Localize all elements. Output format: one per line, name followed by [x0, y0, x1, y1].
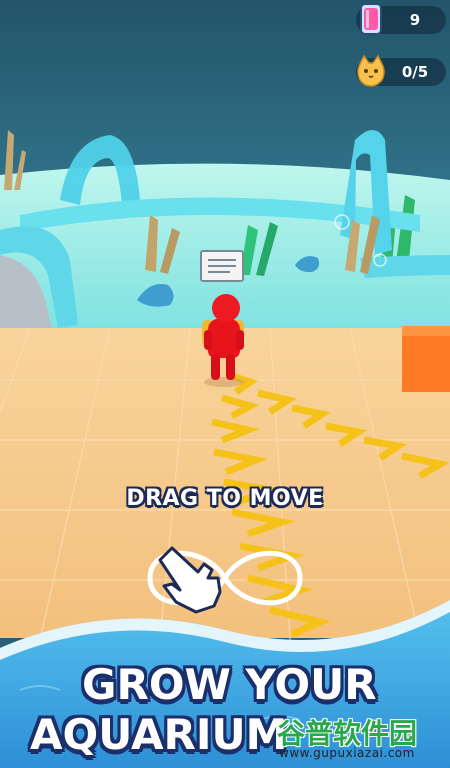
orange-crate-top [402, 326, 450, 336]
potion-count-text: 9 [409, 11, 421, 29]
hourglass-potion-icon [360, 3, 382, 35]
banner-line-1: GROW YOUR [82, 660, 377, 709]
cat-progress-text: 0/5 [401, 63, 429, 81]
drag-to-move-hint: DRAG TO MOVE [126, 486, 324, 511]
site-watermark: 谷普软件园 www.gupuxiazai.com [277, 712, 442, 764]
game-scene[interactable] [0, 0, 450, 768]
watermark-url: www.gupuxiazai.com [279, 746, 415, 760]
sign-board [200, 250, 244, 282]
cat-icon [357, 54, 385, 87]
potion-counter: 9 [356, 3, 446, 35]
cat-counter: 0/5 [356, 54, 446, 87]
